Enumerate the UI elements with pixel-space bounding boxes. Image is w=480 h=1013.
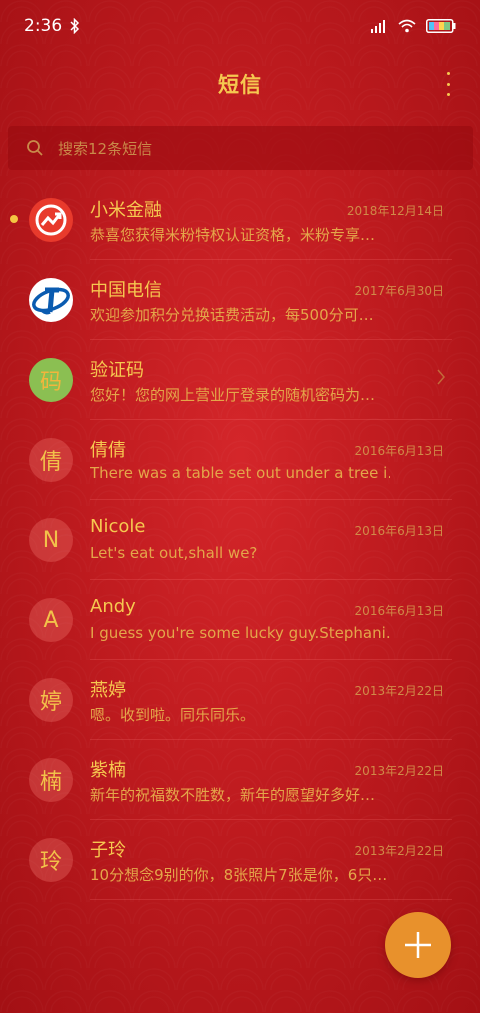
conversation-item[interactable]: 倩 倩倩 2016年6月13日 There was a table set ou… [0,420,480,500]
message-preview: 嗯。收到啦。同乐同乐。 [90,706,256,724]
unread-indicator [10,215,18,223]
conversation-item[interactable]: N Nicole 2016年6月13日 Let's eat out,shall … [0,500,480,580]
message-date: 2013年2月22日 [354,684,444,698]
message-preview: I guess you're some lucky guy.Stephani… [90,624,390,642]
conversation-list: 小米金融 2018年12月14日 恭喜您获得米粉特权认证资格，米粉专享… 中国电… [0,180,480,900]
avatar: 倩 [29,438,73,482]
conversation-item[interactable]: 婷 燕婷 2013年2月22日 嗯。收到啦。同乐同乐。 [0,660,480,740]
avatar: 玲 [29,838,73,882]
message-date: 2013年2月22日 [354,844,444,858]
message-preview: 您好！您的网上营业厅登录的随机密码为… [90,386,376,404]
contact-name: 中国电信 [90,280,162,301]
search-bar[interactable]: 搜索12条短信 [8,126,473,170]
battery-icon [426,19,456,33]
avatar: 婷 [29,678,73,722]
conversation-item[interactable]: 小米金融 2018年12月14日 恭喜您获得米粉特权认证资格，米粉专享… [0,180,480,260]
status-time: 2:36 [24,16,63,36]
avatar: N [29,518,73,562]
new-message-button[interactable] [385,912,451,978]
conversation-item[interactable]: 中国电信 2017年6月30日 欢迎参加积分兑换话费活动，每500分可… [0,260,480,340]
contact-name: Nicole [90,516,146,537]
message-preview: There was a table set out under a tree i… [90,464,390,482]
plus-icon [405,932,431,958]
message-date: 2016年6月13日 [354,524,444,538]
message-preview: 10分想念9别的你，8张照片7张是你，6只… [90,866,388,884]
search-icon [27,140,43,156]
message-date: 2016年6月13日 [354,604,444,618]
contact-name: 验证码 [90,360,144,381]
signal-icon [371,20,385,33]
conversation-item[interactable]: 玲 子玲 2013年2月22日 10分想念9别的你，8张照片7张是你，6只… [0,820,480,900]
conversation-item[interactable]: 楠 紫楠 2013年2月22日 新年的祝福数不胜数，新年的愿望好多好… [0,740,480,820]
message-date: 2018年12月14日 [346,204,444,218]
contact-name: 燕婷 [90,680,126,701]
conversation-item[interactable]: A Andy 2016年6月13日 I guess you're some lu… [0,580,480,660]
page-title: 短信 [218,73,262,97]
chevron-right-icon [437,369,445,385]
message-date: 2017年6月30日 [354,284,444,298]
contact-name: 倩倩 [90,440,126,461]
message-preview: 欢迎参加积分兑换话费活动，每500分可… [90,306,374,324]
title-bar: 短信 [0,52,480,116]
wifi-icon [398,19,416,33]
avatar: A [29,598,73,642]
avatar: 码 [29,358,73,402]
more-vertical-icon[interactable] [444,72,452,96]
china-telecom-logo-icon [29,278,73,322]
message-date: 2016年6月13日 [354,444,444,458]
search-input[interactable]: 搜索12条短信 [58,138,152,159]
message-preview: 恭喜您获得米粉特权认证资格，米粉专享… [90,226,376,244]
contact-name: 子玲 [90,840,126,861]
message-preview: Let's eat out,shall we? [90,544,258,562]
avatar: 楠 [29,758,73,802]
xiaomi-finance-logo-icon [29,198,73,242]
bluetooth-icon [70,18,80,34]
message-preview: 新年的祝福数不胜数，新年的愿望好多好… [90,786,376,804]
contact-name: 紫楠 [90,760,126,781]
contact-name: 小米金融 [90,200,162,221]
message-date: 2013年2月22日 [354,764,444,778]
conversation-item[interactable]: 码 验证码 您好！您的网上营业厅登录的随机密码为… [0,340,480,420]
status-bar: 2:36 [0,0,480,52]
contact-name: Andy [90,596,136,617]
